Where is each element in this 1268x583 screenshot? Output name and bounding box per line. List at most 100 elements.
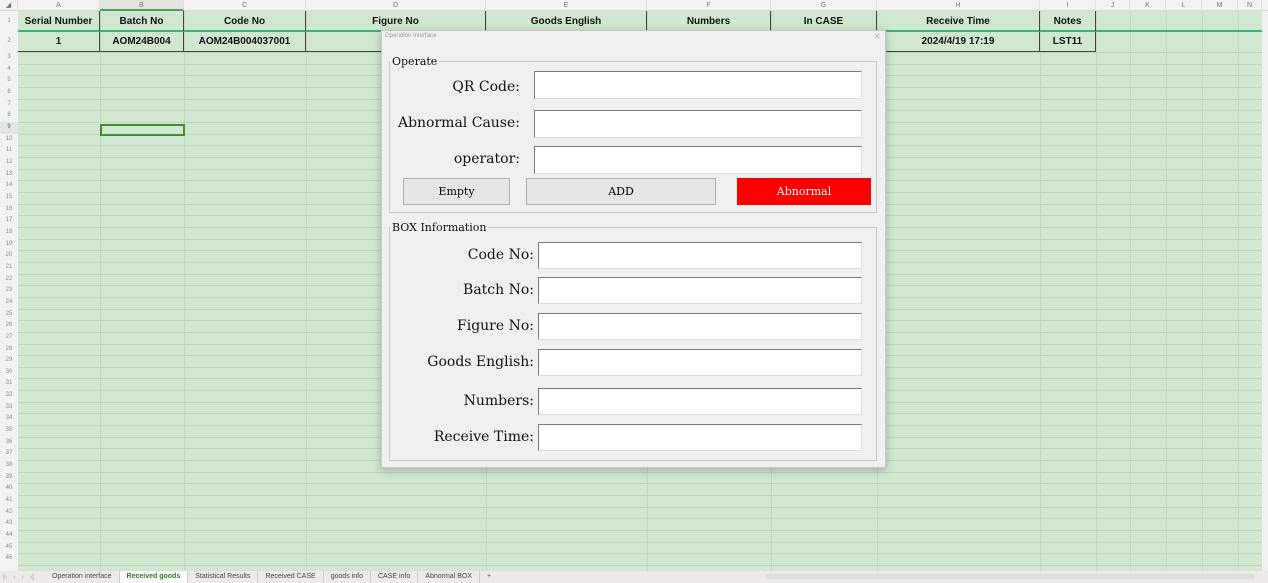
header-cell[interactable]: Code No <box>184 11 306 31</box>
row-header-45[interactable]: 45 <box>0 542 18 554</box>
row-header-25[interactable]: 25 <box>0 309 18 321</box>
row-header-37[interactable]: 37 <box>0 448 18 460</box>
row-header-31[interactable]: 31 <box>0 378 18 390</box>
empty-button[interactable]: Empty <box>403 178 510 205</box>
row-header-35[interactable]: 35 <box>0 425 18 437</box>
header-cell[interactable]: Serial Number <box>18 11 100 31</box>
data-cell[interactable]: 2024/4/19 17:19 <box>877 32 1040 52</box>
box-field-input[interactable] <box>538 242 862 269</box>
vertical-scrollbar[interactable] <box>1262 11 1268 571</box>
select-all-corner[interactable]: ◢ <box>0 0 18 11</box>
data-cell[interactable]: 1 <box>18 32 100 52</box>
close-icon[interactable]: × <box>873 32 881 42</box>
row-header-17[interactable]: 17 <box>0 215 18 227</box>
row-header-41[interactable]: 41 <box>0 495 18 507</box>
row-header-15[interactable]: 15 <box>0 192 18 204</box>
add-sheet-button[interactable]: + <box>480 571 498 583</box>
sheet-tab[interactable]: Received CASE <box>258 571 324 583</box>
column-header-M[interactable]: M <box>1202 0 1238 11</box>
header-cell[interactable]: Receive Time <box>877 11 1040 31</box>
column-header-E[interactable]: E <box>486 0 647 11</box>
sheet-tab[interactable]: Received goods <box>119 571 189 583</box>
sheet-tab[interactable]: CASE info <box>371 571 419 583</box>
row-header-3[interactable]: 3 <box>0 52 18 64</box>
row-header-38[interactable]: 38 <box>0 460 18 472</box>
row-header-36[interactable]: 36 <box>0 437 18 449</box>
row-header-7[interactable]: 7 <box>0 99 18 111</box>
row-header-20[interactable]: 20 <box>0 250 18 262</box>
sheet-tab[interactable]: Operation interface <box>45 571 120 583</box>
row-header-11[interactable]: 11 <box>0 145 18 157</box>
row-header-2[interactable]: 2 <box>0 31 18 52</box>
row-header-16[interactable]: 16 <box>0 204 18 216</box>
header-cell[interactable]: Batch No <box>100 11 184 31</box>
sheet-tab[interactable]: Statistical Results <box>188 571 259 583</box>
row-header-14[interactable]: 14 <box>0 180 18 192</box>
row-header-5[interactable]: 5 <box>0 75 18 87</box>
column-header-F[interactable]: F <box>647 0 771 11</box>
header-cell[interactable]: In CASE <box>771 11 877 31</box>
row-header-30[interactable]: 30 <box>0 367 18 379</box>
column-header-K[interactable]: K <box>1130 0 1166 11</box>
header-cell[interactable]: Numbers <box>647 11 771 31</box>
data-cell[interactable]: AOM24B004 <box>100 32 184 52</box>
box-field-input[interactable] <box>538 313 862 340</box>
row-header-13[interactable]: 13 <box>0 169 18 181</box>
header-cell[interactable]: Goods English <box>486 11 647 31</box>
row-header-18[interactable]: 18 <box>0 227 18 239</box>
header-cell[interactable]: Notes <box>1040 11 1096 31</box>
box-field-input[interactable] <box>538 424 862 451</box>
column-header-G[interactable]: G <box>771 0 877 11</box>
selected-cell[interactable] <box>100 124 185 136</box>
column-header-J[interactable]: J <box>1096 0 1130 11</box>
tab-nav-next-icon[interactable]: › <box>19 574 27 581</box>
row-header-19[interactable]: 19 <box>0 239 18 251</box>
row-header-24[interactable]: 24 <box>0 297 18 309</box>
data-cell[interactable]: AOM24B004037001 <box>184 32 306 52</box>
row-header-23[interactable]: 23 <box>0 285 18 297</box>
qr-code-input[interactable] <box>534 71 862 99</box>
row-header-4[interactable]: 4 <box>0 64 18 76</box>
row-header-9[interactable]: 9 <box>0 121 18 134</box>
row-header-32[interactable]: 32 <box>0 390 18 402</box>
horizontal-scrollbar[interactable] <box>765 574 1255 579</box>
operator-input[interactable] <box>534 146 862 174</box>
column-header-I[interactable]: I <box>1040 0 1096 11</box>
row-header-1[interactable]: 1 <box>0 11 18 31</box>
column-header-H[interactable]: H <box>877 0 1040 11</box>
box-field-input[interactable] <box>538 349 862 376</box>
box-field-input[interactable] <box>538 277 862 304</box>
tab-nav-first-icon[interactable]: |‹ <box>0 574 10 581</box>
row-header-21[interactable]: 21 <box>0 262 18 274</box>
data-cell[interactable]: LST11 <box>1040 32 1096 52</box>
add-button[interactable]: ADD <box>526 178 716 205</box>
box-field-input[interactable] <box>538 388 862 415</box>
row-header-12[interactable]: 12 <box>0 157 18 169</box>
column-header-A[interactable]: A <box>18 0 100 11</box>
row-header-44[interactable]: 44 <box>0 530 18 542</box>
header-cell[interactable]: Figure No <box>306 11 486 31</box>
row-header-34[interactable]: 34 <box>0 413 18 425</box>
row-header-40[interactable]: 40 <box>0 483 18 495</box>
row-header-27[interactable]: 27 <box>0 332 18 344</box>
column-header-L[interactable]: L <box>1166 0 1202 11</box>
row-header-26[interactable]: 26 <box>0 320 18 332</box>
row-header-33[interactable]: 33 <box>0 402 18 414</box>
row-header-29[interactable]: 29 <box>0 355 18 367</box>
row-header-22[interactable]: 22 <box>0 274 18 286</box>
tab-nav-last-icon[interactable]: ›| <box>27 574 37 581</box>
row-header-6[interactable]: 6 <box>0 87 18 99</box>
tab-nav-prev-icon[interactable]: ‹ <box>10 574 18 581</box>
sheet-tab[interactable]: Abnormal BOX <box>418 571 480 583</box>
row-header-43[interactable]: 43 <box>0 518 18 530</box>
row-header-46[interactable]: 46 <box>0 553 18 565</box>
row-header-10[interactable]: 10 <box>0 134 18 146</box>
sheet-tab[interactable]: goods info <box>324 571 371 583</box>
column-header-C[interactable]: C <box>184 0 306 11</box>
abnormal-cause-input[interactable] <box>534 110 862 138</box>
column-header-B[interactable]: B <box>100 0 184 11</box>
abnormal-button[interactable]: Abnormal <box>737 178 871 205</box>
column-header-N[interactable]: N <box>1238 0 1262 11</box>
row-header-28[interactable]: 28 <box>0 344 18 356</box>
row-header-42[interactable]: 42 <box>0 507 18 519</box>
